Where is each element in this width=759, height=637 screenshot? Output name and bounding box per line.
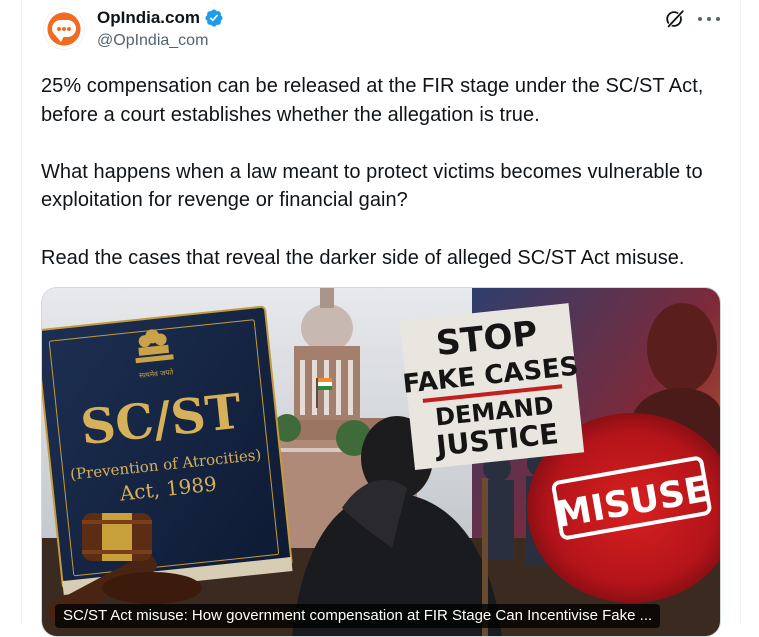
author-name-row[interactable]: OpIndia.com <box>97 7 224 29</box>
tweet-paragraph: Read the cases that reveal the darker si… <box>41 246 685 269</box>
tweet-media-card[interactable]: MISUSE STOP FAKE CASES DEMAND JUSTICE सत… <box>41 287 721 637</box>
more-options-icon[interactable] <box>698 9 720 29</box>
grok-icon[interactable] <box>664 8 686 30</box>
tweet-text: 25% compensation can be released at the … <box>41 72 731 272</box>
author-handle[interactable]: @OpIndia_com <box>97 31 208 51</box>
article-thumbnail-image[interactable]: MISUSE STOP FAKE CASES DEMAND JUSTICE सत… <box>42 288 721 637</box>
timeline-left-border <box>21 0 22 624</box>
opindia-logo-icon[interactable] <box>43 8 85 50</box>
timeline-right-border <box>740 0 741 624</box>
tweet-paragraph: 25% compensation can be released at the … <box>41 75 704 126</box>
law-book: सत्यमेव जयते SC/ST (Prevention of Atroci… <box>42 305 293 596</box>
link-card-title[interactable]: SC/ST Act misuse: How government compens… <box>55 604 661 628</box>
author-display-name[interactable]: OpIndia.com <box>97 7 200 29</box>
tweet-paragraph: What happens when a law meant to protect… <box>41 160 703 212</box>
verified-badge-icon[interactable] <box>204 8 224 28</box>
